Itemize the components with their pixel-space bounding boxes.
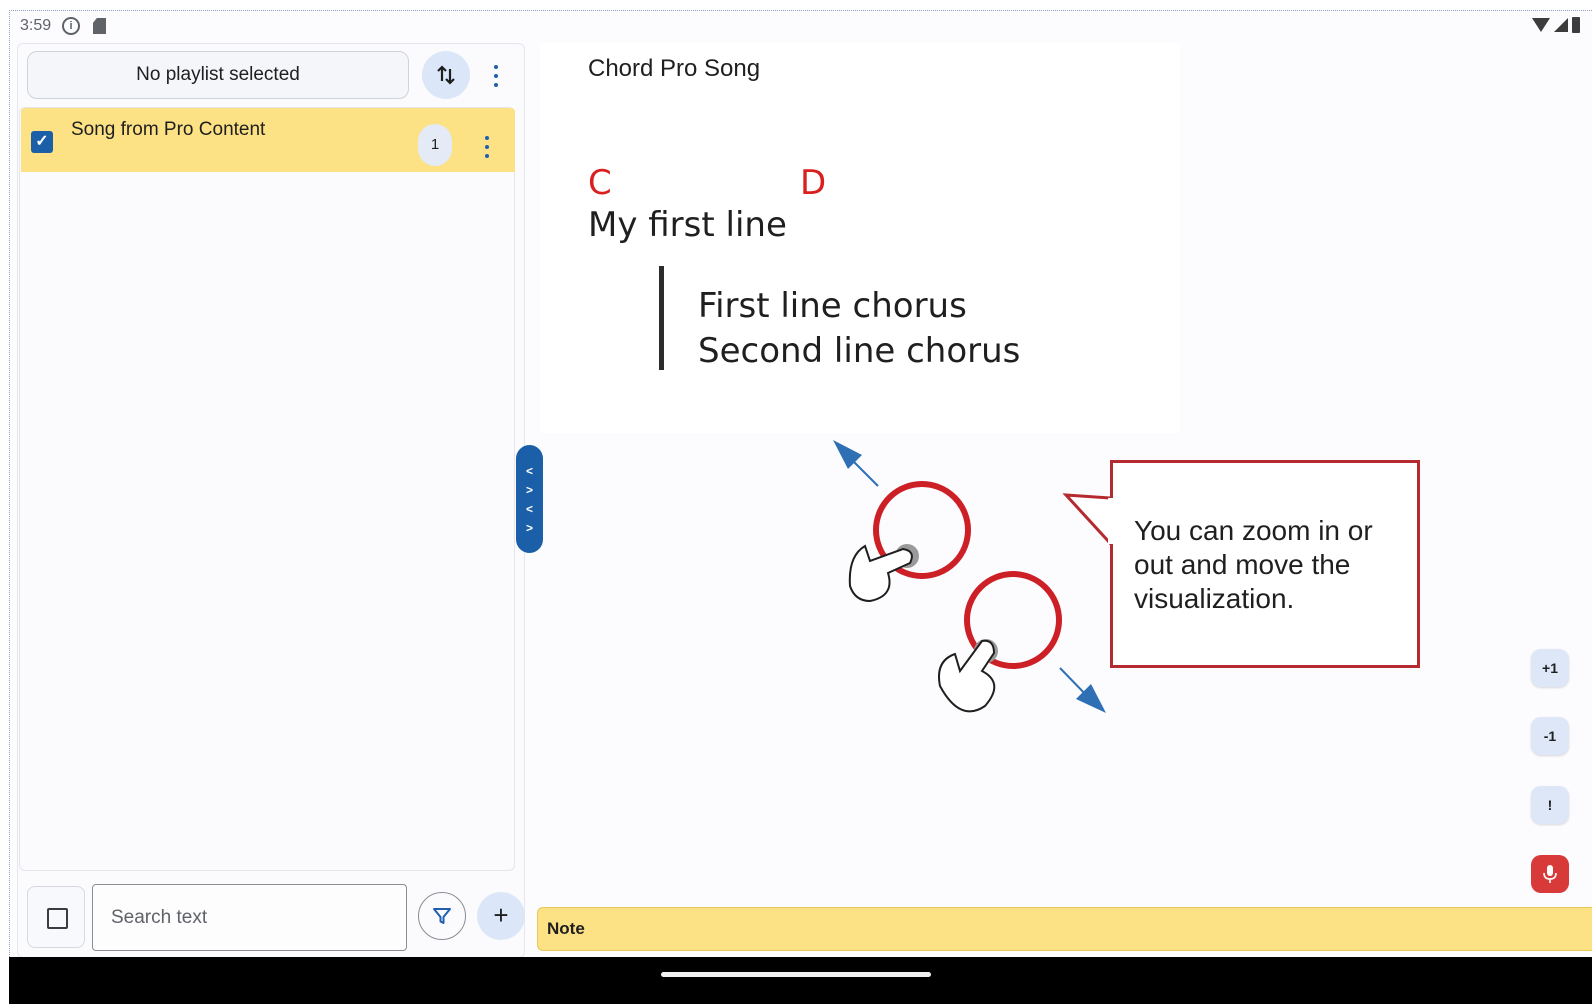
- callout-pointer: [1062, 493, 1112, 547]
- tutorial-text: You can zoom in or out and move the visu…: [1134, 515, 1373, 614]
- microphone-icon: [1543, 865, 1557, 883]
- microphone-button[interactable]: [1531, 855, 1569, 893]
- home-handle[interactable]: [661, 972, 931, 977]
- finger-hand-icon: [938, 639, 998, 713]
- app-screen: 3:59 i No playlist selected ✓ Song from …: [9, 10, 1592, 967]
- navigation-bar: [9, 957, 1592, 1004]
- note-bar[interactable]: Note: [537, 907, 1592, 951]
- transpose-up-button[interactable]: +1: [1531, 649, 1569, 687]
- alert-button[interactable]: !: [1531, 786, 1569, 824]
- callout-joint: [1108, 498, 1114, 544]
- transpose-down-button[interactable]: -1: [1531, 717, 1569, 755]
- arrow-up-left-icon: [833, 440, 879, 487]
- arrow-down-right-icon: [1059, 667, 1106, 713]
